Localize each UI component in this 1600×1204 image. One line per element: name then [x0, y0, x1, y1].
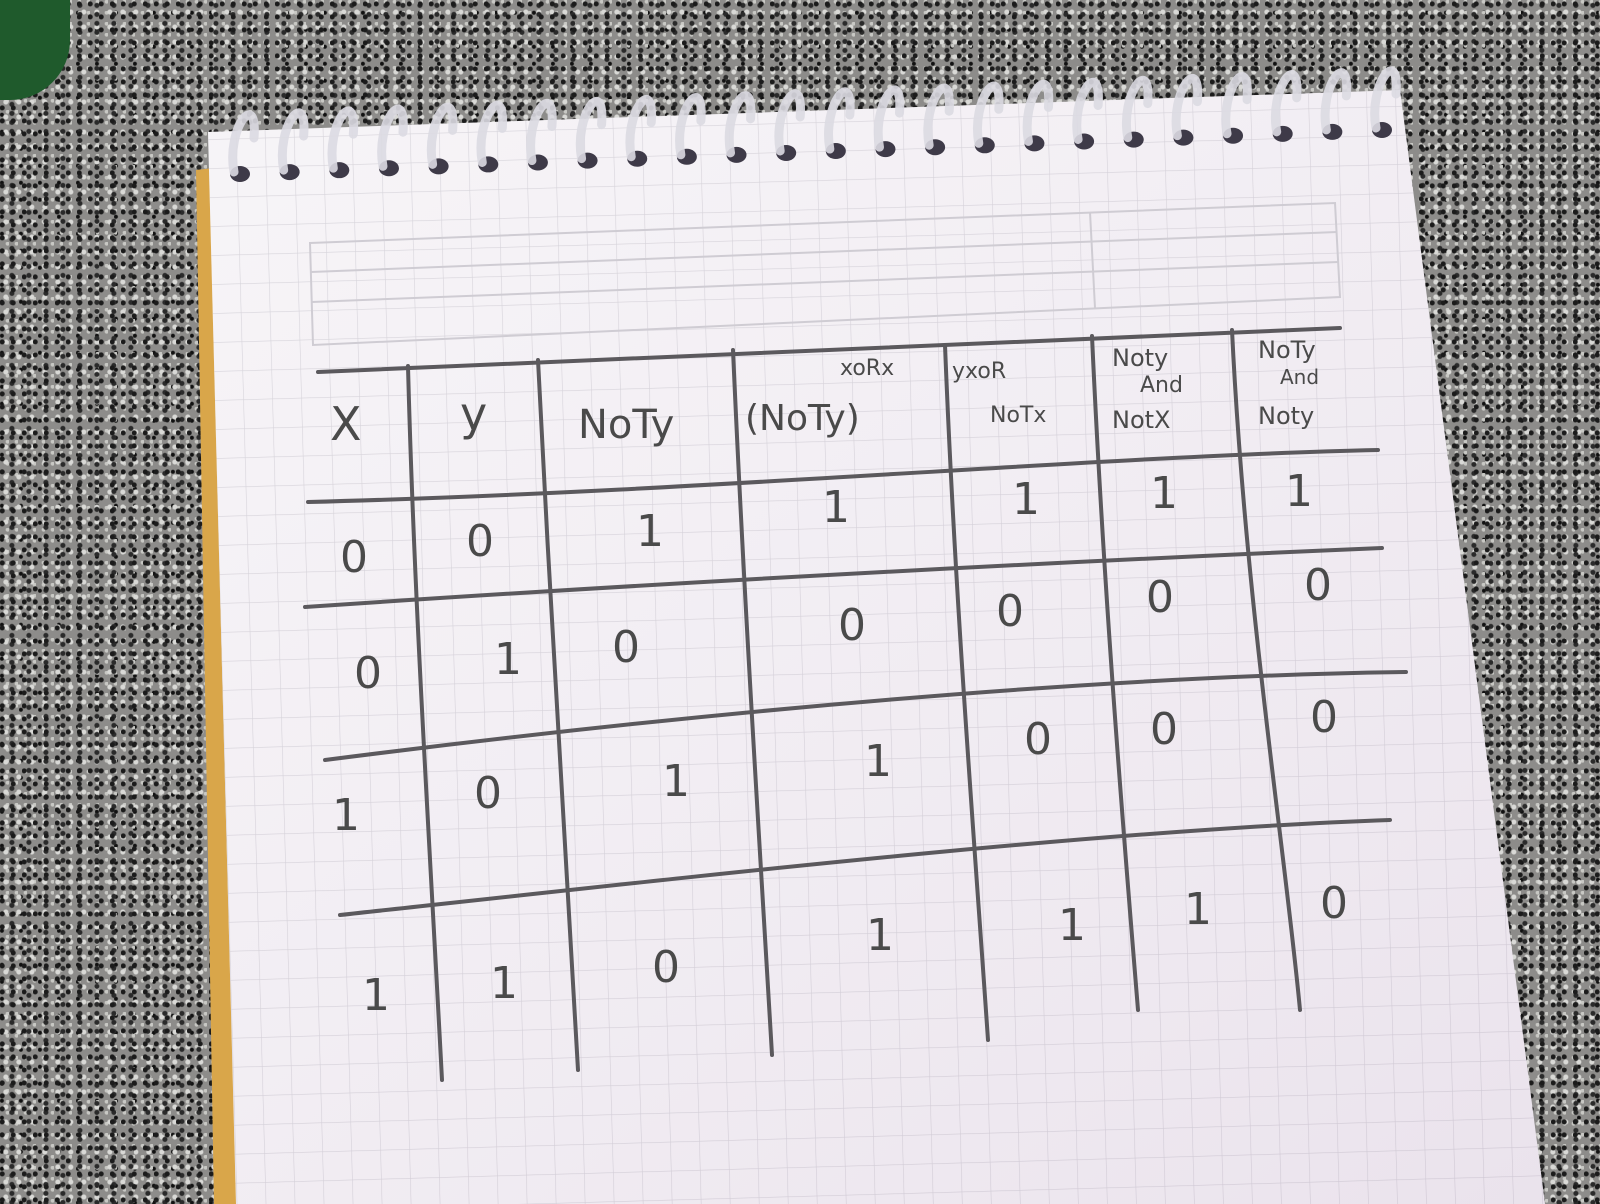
cell-r1-c2: 0	[466, 516, 494, 567]
cell-r1-c4: 1	[822, 482, 850, 533]
cell-r4-c1: 1	[362, 970, 390, 1021]
cell-r1-c5: 1	[1012, 474, 1040, 525]
cell-r1-c3: 1	[636, 506, 664, 557]
header-xorx-label: xoRx	[840, 356, 894, 381]
header-and-1: And	[1140, 373, 1183, 398]
cell-r4-c7: 0	[1320, 878, 1348, 929]
cell-r3-c2: 0	[474, 768, 502, 819]
cell-r4-c5: 1	[1058, 900, 1086, 951]
header-noty-and: Noty	[1112, 344, 1168, 372]
cell-r3-c7: 0	[1310, 692, 1338, 743]
cell-r2-c5: 0	[996, 586, 1024, 637]
header-x: X	[330, 397, 362, 451]
notebook-photo: X y NoTy xoRx (NoTy) yxoR NoTx Noty And …	[196, 66, 1545, 1204]
cell-r4-c4: 1	[866, 910, 894, 961]
header-noty: NoTy	[578, 402, 674, 448]
cell-r2-c1: 0	[354, 648, 382, 699]
cell-r2-c6: 0	[1146, 572, 1174, 623]
header-noty-3: Noty	[1258, 402, 1314, 430]
cell-r1-c6: 1	[1150, 468, 1178, 519]
cell-r2-c7: 0	[1304, 560, 1332, 611]
header-xorx-noty: (NoTy)	[745, 398, 860, 439]
cell-r3-c6: 0	[1150, 704, 1178, 755]
header-y: y	[460, 387, 487, 441]
cell-r1-c1: 0	[340, 532, 368, 583]
header-noty-2: NoTy	[1258, 336, 1316, 364]
header-yxor: yxoR	[952, 359, 1006, 384]
cell-r3-c4: 1	[864, 736, 892, 787]
header-notx-2: NotX	[1112, 406, 1171, 434]
cell-r2-c2: 1	[494, 634, 522, 685]
cell-r4-c3: 0	[652, 942, 680, 993]
cell-r1-c7: 1	[1285, 466, 1313, 517]
cell-r3-c5: 0	[1024, 714, 1052, 765]
cell-r2-c3: 0	[612, 622, 640, 673]
cell-r3-c3: 1	[662, 756, 690, 807]
cell-r2-c4: 0	[838, 600, 866, 651]
paper-shading	[208, 90, 1545, 1204]
header-notx: NoTx	[990, 403, 1046, 428]
header-and-2: And	[1280, 365, 1319, 389]
cell-r4-c2: 1	[490, 958, 518, 1009]
cell-r4-c6: 1	[1184, 884, 1212, 935]
cell-r3-c1: 1	[332, 790, 360, 841]
